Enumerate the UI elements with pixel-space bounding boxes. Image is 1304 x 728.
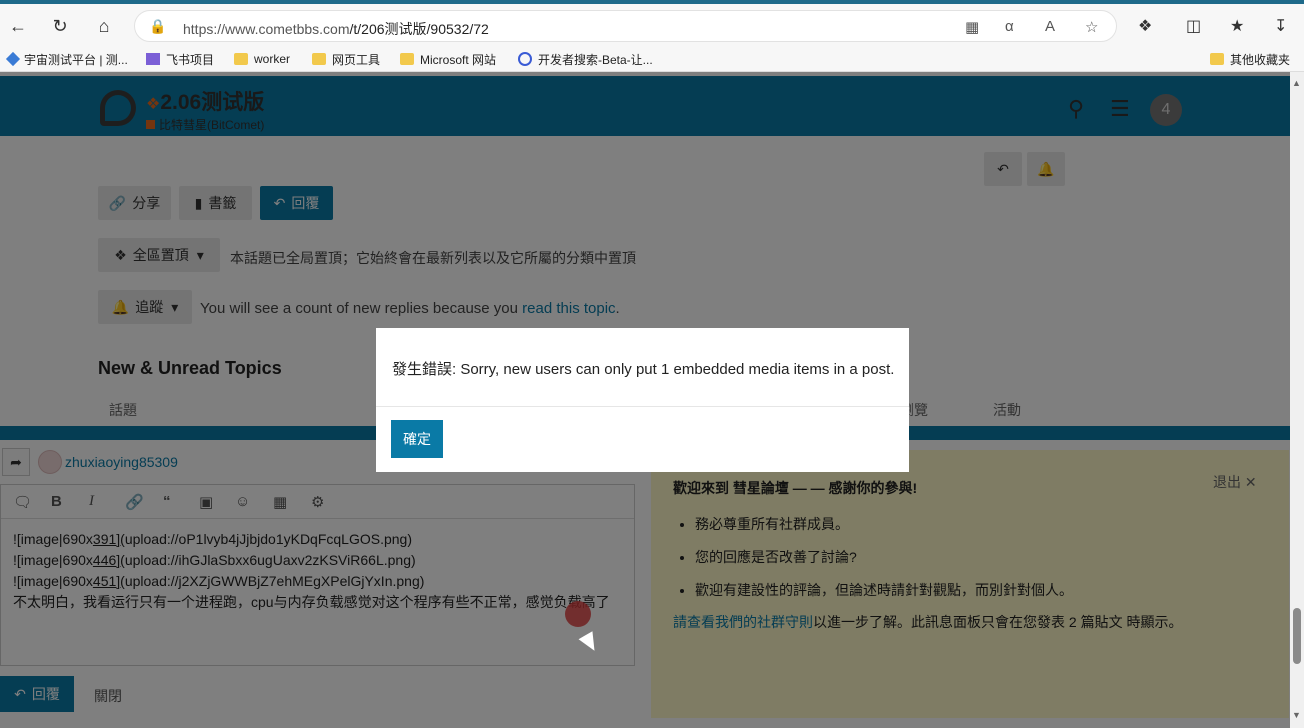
split-screen-icon[interactable]: ◫ — [1186, 16, 1201, 36]
other-bookmarks-folder[interactable]: 其他收藏夹 — [1210, 50, 1290, 68]
browser-toolbar: ← ↻ ⌂ 🔒 https://www.cometbbs.com/t/206测试… — [0, 0, 1304, 46]
bookmark-folder[interactable]: 网页工具 — [312, 50, 380, 68]
bookmark-label: 开发者搜索-Beta-让... — [538, 52, 653, 67]
folder-icon — [1210, 53, 1224, 65]
read-aloud-icon[interactable]: A — [1045, 18, 1055, 35]
page-content: ❖2.06测试版 比特彗星(BitComet) ⚲ ☰ 4 ↶ 🔔 🔗分享 ▮書… — [0, 72, 1290, 728]
home-icon[interactable]: ⌂ — [90, 12, 118, 40]
bookmark-label: Microsoft 网站 — [420, 52, 497, 67]
bookmark-label: worker — [254, 52, 291, 66]
folder-icon — [312, 53, 326, 65]
bookmark-icon — [5, 51, 21, 67]
bookmark-item[interactable]: 开发者搜索-Beta-让... — [518, 50, 653, 68]
ok-button[interactable]: 確定 — [391, 420, 443, 458]
bookmark-folder[interactable]: worker — [234, 50, 290, 68]
bookmark-label: 宇宙测试平台 | 测... — [24, 52, 128, 67]
favorites-icon[interactable]: ★ — [1230, 16, 1244, 36]
bookmark-icon — [146, 53, 160, 65]
bookmark-item[interactable]: 飞书项目 — [146, 50, 214, 68]
bookmark-item[interactable]: 宇宙测试平台 | 测... — [5, 50, 128, 68]
scroll-down-arrow-icon[interactable]: ▼ — [1292, 710, 1301, 720]
search-icon — [518, 52, 532, 66]
scroll-up-arrow-icon[interactable]: ▲ — [1292, 78, 1301, 88]
folder-icon — [234, 53, 248, 65]
extensions-icon[interactable]: ❖ — [1138, 16, 1152, 36]
address-bar[interactable]: 🔒 https://www.cometbbs.com/t/206测试版/9053… — [134, 10, 1117, 42]
lock-icon[interactable]: 🔒 — [149, 18, 166, 35]
bookmark-folder[interactable]: Microsoft 网站 — [400, 50, 496, 68]
downloads-icon[interactable]: ↧ — [1274, 16, 1287, 36]
page-scrollbar[interactable]: ▲ ▼ — [1290, 72, 1304, 728]
refresh-icon[interactable]: ↻ — [46, 12, 74, 40]
scroll-thumb[interactable] — [1293, 608, 1301, 664]
folder-icon — [400, 53, 414, 65]
error-message: 發生錯誤: Sorry, new users can only put 1 em… — [392, 361, 895, 378]
app-view-icon[interactable]: ▦ — [965, 18, 979, 36]
url-text[interactable]: https://www.cometbbs.com/t/206测试版/90532/… — [183, 19, 489, 39]
bookmark-label: 飞书项目 — [166, 52, 215, 67]
translate-icon[interactable]: α — [1005, 18, 1014, 35]
back-icon[interactable]: ← — [4, 12, 32, 40]
divider — [376, 406, 909, 407]
error-dialog: 發生錯誤: Sorry, new users can only put 1 em… — [376, 328, 909, 472]
bookmark-label: 其他收藏夹 — [1230, 52, 1291, 67]
bookmark-label: 网页工具 — [332, 52, 381, 67]
favorite-star-icon[interactable]: ☆ — [1085, 18, 1098, 36]
bookmarks-bar: 宇宙测试平台 | 测... 飞书项目 worker 网页工具 Microsoft… — [0, 46, 1304, 72]
